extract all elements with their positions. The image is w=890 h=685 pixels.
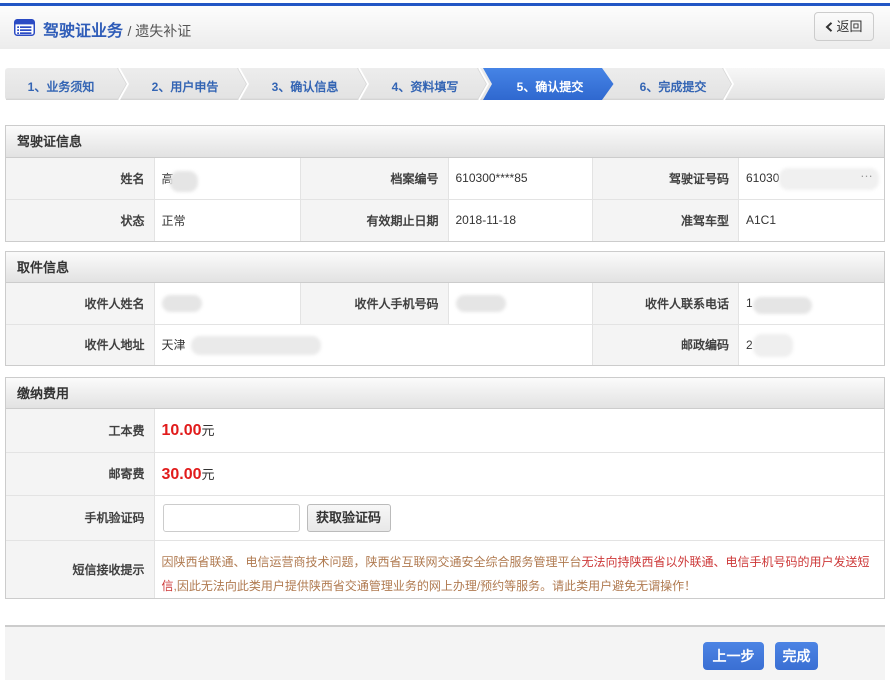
svg-text:6、完成提交: 6、完成提交 [640,79,707,94]
svg-text:5、确认提交: 5、确认提交 [517,79,584,94]
svg-text:4、资料填写: 4、资料填写 [392,79,459,94]
svg-text:1、业务须知: 1、业务须知 [28,79,95,94]
svg-text:3、确认信息: 3、确认信息 [272,79,339,94]
svg-text:2、用户申告: 2、用户申告 [152,79,219,94]
